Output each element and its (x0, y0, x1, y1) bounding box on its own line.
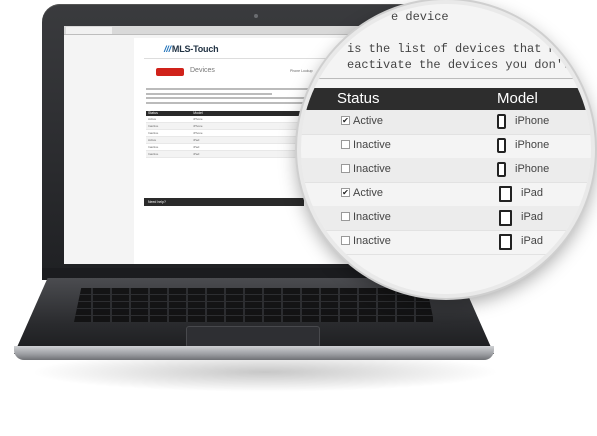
status-text: Inactive (353, 211, 391, 223)
column-header-model[interactable]: Model (497, 88, 538, 110)
page-title: Devices (190, 67, 215, 74)
status-checkbox[interactable] (341, 164, 350, 173)
status-checkbox[interactable]: ✔ (341, 188, 350, 197)
table-row[interactable]: Inactive iPhone (301, 158, 591, 183)
magnified-title: e device (391, 10, 449, 24)
model-text: iPad (521, 187, 544, 199)
table-header: Status Model (301, 88, 591, 110)
magnified-description: eactivate the devices you don't use any (347, 58, 592, 72)
status-checkbox[interactable]: ✔ (341, 116, 350, 125)
tablet-icon (499, 210, 512, 226)
status-text: Inactive (353, 235, 391, 247)
status-checkbox[interactable] (341, 212, 350, 221)
laptop-base-edge (14, 346, 494, 360)
smartphone-icon (497, 162, 506, 177)
model-text: iPhone (515, 115, 550, 127)
browser-tab[interactable] (66, 27, 112, 34)
status-text: Active (353, 187, 383, 199)
model-text: iPhone (515, 163, 550, 175)
status-checkbox[interactable] (341, 140, 350, 149)
site-logo[interactable]: ///MLS-Touch (164, 44, 219, 54)
table-row[interactable]: Inactive iPad (301, 230, 591, 255)
column-header-status[interactable]: Status (337, 88, 380, 110)
webcam (254, 14, 258, 18)
tablet-icon (499, 234, 512, 250)
status-text: Inactive (353, 139, 391, 151)
model-text: iPhone (515, 139, 550, 151)
smartphone-icon (497, 138, 506, 153)
table-row[interactable]: Inactive iPad (301, 206, 591, 231)
status-text: Inactive (353, 163, 391, 175)
help-label: Need help? (148, 200, 166, 204)
model-text: iPad (521, 211, 544, 223)
model-text: iPad (521, 235, 544, 247)
magnified-description: is the list of devices that have (347, 42, 578, 56)
table-row[interactable]: Inactive iPhone (301, 134, 591, 159)
table-row[interactable]: ✔ Active iPad (301, 182, 591, 207)
intro-text (146, 88, 326, 106)
magnifier-lens: e device is the list of devices that hav… (297, 0, 595, 298)
smartphone-icon (497, 114, 506, 129)
tablet-icon (499, 186, 512, 202)
status-checkbox[interactable] (341, 236, 350, 245)
help-bar: Need help? (144, 198, 304, 206)
home-button[interactable] (156, 68, 184, 76)
status-text: Active (353, 115, 383, 127)
table-row[interactable]: ✔ Active iPhone (301, 110, 591, 135)
divider (301, 78, 591, 79)
trackpad (186, 326, 320, 348)
